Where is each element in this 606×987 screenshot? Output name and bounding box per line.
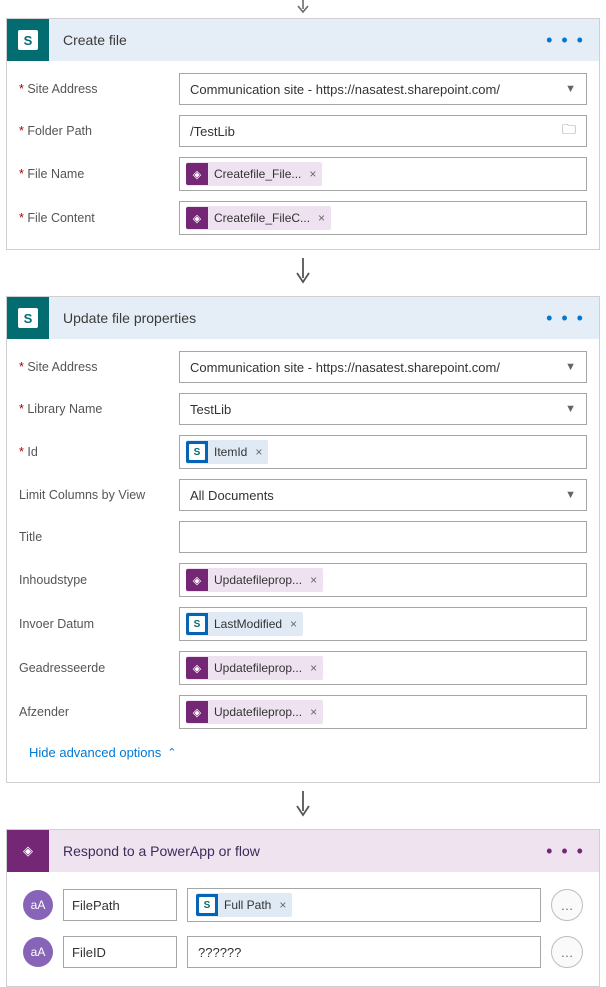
chevron-down-icon: ▼ [565, 83, 578, 95]
id-input[interactable]: S ItemId × [179, 435, 587, 469]
label-site-address: Site Address [19, 360, 179, 374]
card-header[interactable]: S Update file properties • • • [7, 297, 599, 339]
sharepoint-icon: S [186, 613, 208, 635]
remove-token-icon[interactable]: × [288, 617, 303, 631]
remove-token-icon[interactable]: × [277, 898, 292, 912]
sharepoint-icon: S [186, 441, 208, 463]
output-value-input[interactable]: ?????? [187, 936, 541, 968]
remove-token-icon[interactable]: × [308, 705, 323, 719]
sharepoint-icon: S [7, 297, 49, 339]
card-title: Create file [63, 32, 542, 48]
chevron-up-icon: ⌃ [167, 746, 176, 759]
remove-token-icon[interactable]: × [307, 167, 322, 181]
card-header[interactable]: ◈ Respond to a PowerApp or flow • • • [7, 830, 599, 872]
site-address-dropdown[interactable]: Communication site - https://nasatest.sh… [179, 73, 587, 105]
token-createfile-file[interactable]: ◈ Createfile_File... × [186, 162, 322, 186]
remove-token-icon[interactable]: × [308, 661, 323, 675]
label-folder-path: Folder Path [19, 124, 179, 138]
label-library-name: Library Name [19, 402, 179, 416]
action-update-file-properties: S Update file properties • • • Site Addr… [6, 296, 600, 783]
remove-token-icon[interactable]: × [316, 211, 331, 225]
chevron-down-icon: ▼ [565, 403, 578, 415]
token-updatefileprop[interactable]: ◈ Updatefileprop... × [186, 656, 323, 680]
library-name-dropdown[interactable]: TestLib ▼ [179, 393, 587, 425]
token-itemid[interactable]: S ItemId × [186, 440, 268, 464]
sharepoint-icon: S [7, 19, 49, 61]
card-menu-button[interactable]: • • • [542, 841, 589, 862]
label-title: Title [19, 530, 179, 544]
site-address-dropdown[interactable]: Communication site - https://nasatest.sh… [179, 351, 587, 383]
powerapps-icon: ◈ [7, 830, 49, 872]
flow-arrow-icon [0, 791, 606, 819]
label-inhoudstype: Inhoudstype [19, 573, 179, 587]
invoer-datum-input[interactable]: S LastModified × [179, 607, 587, 641]
output-menu-button[interactable]: … [551, 936, 583, 968]
card-title: Update file properties [63, 310, 542, 326]
token-updatefileprop[interactable]: ◈ Updatefileprop... × [186, 568, 323, 592]
output-menu-button[interactable]: … [551, 889, 583, 921]
powerapps-icon: ◈ [186, 569, 208, 591]
geadresseerde-input[interactable]: ◈ Updatefileprop... × [179, 651, 587, 685]
output-name-input[interactable]: FilePath [63, 889, 177, 921]
token-lastmodified[interactable]: S LastModified × [186, 612, 303, 636]
folder-picker-icon[interactable]: 🗀 [562, 119, 578, 143]
sharepoint-icon: S [196, 894, 218, 916]
folder-path-input[interactable]: /TestLib 🗀 [179, 115, 587, 147]
label-geadresseerde: Geadresseerde [19, 661, 179, 675]
action-respond-powerapp: ◈ Respond to a PowerApp or flow • • • aA… [6, 829, 600, 987]
title-input[interactable] [179, 521, 587, 553]
action-create-file: S Create file • • • Site Address Communi… [6, 18, 600, 250]
card-header[interactable]: S Create file • • • [7, 19, 599, 61]
chevron-down-icon: ▼ [565, 361, 578, 373]
output-type-text-icon: aA [23, 890, 53, 920]
output-value-input[interactable]: S Full Path × [187, 888, 541, 922]
afzender-input[interactable]: ◈ Updatefileprop... × [179, 695, 587, 729]
token-full-path[interactable]: S Full Path × [196, 893, 292, 917]
label-file-content: File Content [19, 211, 179, 225]
remove-token-icon[interactable]: × [253, 445, 268, 459]
chevron-down-icon: ▼ [565, 489, 578, 501]
token-updatefileprop[interactable]: ◈ Updatefileprop... × [186, 700, 323, 724]
powerapps-icon: ◈ [186, 163, 208, 185]
output-name-input[interactable]: FileID [63, 936, 177, 968]
powerapps-icon: ◈ [186, 657, 208, 679]
hide-advanced-toggle[interactable]: Hide advanced options ⌃ [19, 739, 587, 768]
limit-columns-dropdown[interactable]: All Documents ▼ [179, 479, 587, 511]
card-title: Respond to a PowerApp or flow [63, 843, 542, 859]
file-content-input[interactable]: ◈ Createfile_FileC... × [179, 201, 587, 235]
label-file-name: File Name [19, 167, 179, 181]
label-id: Id [19, 445, 179, 459]
flow-arrow-icon [0, 258, 606, 286]
file-name-input[interactable]: ◈ Createfile_File... × [179, 157, 587, 191]
remove-token-icon[interactable]: × [308, 573, 323, 587]
label-site-address: Site Address [19, 82, 179, 96]
powerapps-icon: ◈ [186, 701, 208, 723]
card-menu-button[interactable]: • • • [542, 308, 589, 329]
powerapps-icon: ◈ [186, 207, 208, 229]
card-menu-button[interactable]: • • • [542, 30, 589, 51]
token-createfile-filecontent[interactable]: ◈ Createfile_FileC... × [186, 206, 331, 230]
inhoudstype-input[interactable]: ◈ Updatefileprop... × [179, 563, 587, 597]
output-type-text-icon: aA [23, 937, 53, 967]
label-limit-columns: Limit Columns by View [19, 488, 179, 502]
label-afzender: Afzender [19, 705, 179, 719]
label-invoer-datum: Invoer Datum [19, 617, 179, 631]
